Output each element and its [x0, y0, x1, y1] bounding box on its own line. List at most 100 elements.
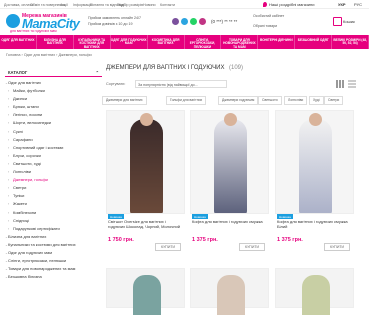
- buy-button[interactable]: КУПИТИ: [155, 243, 181, 251]
- product-title[interactable]: Кофта для вагітних і годуючих смужка Біл…: [275, 219, 354, 235]
- sidebar-item[interactable]: › Джинси: [5, 95, 102, 103]
- nav-item[interactable]: ОДЯГ ДЛЯ ВАГІТНИХ: [0, 35, 37, 49]
- sidebar-item[interactable]: › Лонгсліви: [5, 168, 102, 176]
- chevron-down-icon: ⌄: [5, 250, 9, 255]
- filter-chip[interactable]: Худі: [309, 96, 324, 105]
- sidebar-item-label: Лонгсліви: [13, 169, 32, 175]
- cart-icon[interactable]: [333, 17, 342, 26]
- phone-number[interactable]: (0 ***) ** ** **: [211, 19, 237, 24]
- filter-chip[interactable]: Светри: [324, 96, 344, 105]
- product-image[interactable]: [190, 110, 269, 214]
- nav-item[interactable]: ВОНІТЕРНІ ДІВЧИНИ: [258, 35, 296, 49]
- sidebar-item[interactable]: › Комбінезони: [5, 209, 102, 217]
- topbar-link[interactable]: Подбір розмірів: [117, 3, 143, 7]
- filter-chip[interactable]: Светшоти: [258, 96, 282, 105]
- sidebar-item[interactable]: › Сарафани: [5, 136, 102, 144]
- sidebar-item[interactable]: › Сукні: [5, 128, 102, 136]
- sidebar-item[interactable]: › Шорти, велосипедки: [5, 119, 102, 127]
- sidebar-item-label: Комбінезони: [13, 209, 37, 215]
- chevron-up-icon[interactable]: ⌃: [96, 70, 99, 75]
- sidebar-item-label: Шорти, велосипедки: [13, 120, 51, 126]
- header: Мережа магазинів MamaCity для вагітних т…: [0, 9, 369, 35]
- whatsapp-icon[interactable]: [190, 18, 197, 25]
- sort-select[interactable]: За популярністю (від найвищої до...: [135, 80, 227, 88]
- filter-chip[interactable]: Гольфи для вагітних: [166, 96, 207, 105]
- model-head: [140, 113, 153, 126]
- instagram-icon[interactable]: [199, 18, 206, 25]
- chevron-right-icon: ›: [8, 186, 10, 191]
- filter-chip[interactable]: Лонгсліви: [284, 96, 308, 105]
- product-title[interactable]: Світшот Oversize для вагітних і годуючих…: [106, 219, 185, 235]
- nav-item[interactable]: КУПАЛЬНИКИ ТА КОСТЮМИ ДЛЯ ВАГІТНИХ: [74, 35, 111, 49]
- login-link[interactable]: Особистий кабінет: [253, 14, 284, 18]
- filter-chip[interactable]: Джемпери годуючим: [218, 96, 259, 105]
- grid-view-icon[interactable]: [336, 80, 344, 88]
- sidebar-item[interactable]: ⌄ Слінги, ерготрюкзаки, пелюшки: [5, 257, 102, 265]
- product-image[interactable]: [275, 268, 354, 315]
- topbar-link[interactable]: Контакти: [160, 3, 175, 7]
- product-image[interactable]: [106, 110, 185, 214]
- product-card[interactable]: Новинка Світшот Oversize для вагітних і г…: [106, 110, 185, 251]
- sort-label: Сортувати:: [106, 82, 126, 86]
- chevron-right-icon: ›: [8, 178, 10, 183]
- sidebar-item[interactable]: › Светри: [5, 184, 102, 192]
- chevron-right-icon: ›: [8, 194, 10, 199]
- sidebar-item[interactable]: ⌄ Одяг для годуючих мам: [5, 249, 102, 257]
- product-image[interactable]: [106, 268, 185, 315]
- catalog-header[interactable]: КАТАЛОГ ⌃: [5, 68, 102, 77]
- telegram-icon[interactable]: [181, 18, 188, 25]
- buy-button[interactable]: КУПИТИ: [239, 243, 265, 251]
- sidebar-item[interactable]: › Блузи, сорочки: [5, 152, 102, 160]
- product-card[interactable]: Новинка Кофта для вагітних і годуючих сму…: [190, 110, 269, 251]
- breadcrumb-item[interactable]: Головна: [6, 53, 20, 57]
- sidebar-item[interactable]: ⌄ Одяг для вагітних: [5, 79, 102, 87]
- breadcrumb-item[interactable]: Джемпери, гольфи: [58, 53, 91, 57]
- product-card[interactable]: Новинка Кофта для вагітних і годуючих сму…: [275, 110, 354, 251]
- nav-item[interactable]: БІЛИЗНА ДЛЯ ВАГІТНИХ: [37, 35, 74, 49]
- cart-label[interactable]: Кошик: [343, 19, 355, 24]
- topbar-link[interactable]: Доставка, оплата: [4, 3, 33, 7]
- sidebar-item[interactable]: › Свитшоти, худі: [5, 160, 102, 168]
- nav-item[interactable]: ОДЯГ ДЛЯ ГОДУЮЧИХ МАМ: [111, 35, 148, 49]
- lang-ru[interactable]: РУС: [354, 2, 362, 7]
- breadcrumb-item[interactable]: Одяг для вагітних: [24, 53, 55, 57]
- buy-button[interactable]: КУПИТИ: [324, 243, 350, 251]
- topbar-link[interactable]: Акції: [60, 3, 68, 7]
- nav-item[interactable]: ВЕЛИКІ РОЗМІРИ (48, 50, 52, 54): [332, 35, 369, 49]
- sidebar-item-label: Подарункові сертифікати: [13, 225, 60, 231]
- sort-value: За популярністю (від найвищої до...: [138, 82, 198, 87]
- sidebar-item[interactable]: › Спідниці: [5, 217, 102, 225]
- list-view-icon[interactable]: [348, 80, 356, 88]
- logo-icon[interactable]: [6, 14, 20, 28]
- topbar-link[interactable]: Новини: [143, 3, 156, 7]
- sidebar-item[interactable]: ⌄ Купальники та костюми для вагітних: [5, 241, 102, 249]
- catalog-sidebar: КАТАЛОГ ⌃ ⌄ Одяг для вагітних › Майки, футб…: [5, 68, 102, 308]
- nav-item[interactable]: КОСМЕТИКА ДЛЯ ВАГІТНИХ: [148, 35, 185, 49]
- sidebar-item[interactable]: ⌄ Безшовна білизна: [5, 273, 102, 281]
- model-figure: [133, 275, 161, 315]
- sidebar-item[interactable]: ⌄ Білизна для вагітних: [5, 233, 102, 241]
- sidebar-item-label: Сукні: [13, 128, 23, 134]
- viber-icon[interactable]: [172, 18, 179, 25]
- sidebar-item[interactable]: › Брюки, штани: [5, 103, 102, 111]
- product-title[interactable]: Кофта для вагітних і годуючих смужка: [190, 219, 269, 235]
- sidebar-item[interactable]: › Джемпери, гольфи: [5, 176, 102, 184]
- favorites-link[interactable]: Обрані товари: [253, 24, 277, 28]
- sidebar-item[interactable]: › Подарункові сертифікати: [5, 225, 102, 233]
- lang-ua[interactable]: УКР: [338, 2, 346, 7]
- sidebar-item[interactable]: › Спортивний одяг і костюми: [5, 144, 102, 152]
- filter-chip[interactable]: Джемпери для вагітних: [102, 96, 147, 105]
- nav-item[interactable]: БЕЗШОВНИЙ ОДЯГ: [295, 35, 333, 49]
- sidebar-item[interactable]: › Легінси, лосини: [5, 111, 102, 119]
- sidebar-item[interactable]: ⌄ Товари для новонароджених та мам: [5, 265, 102, 273]
- nav-item[interactable]: СЛІНГИ, ЕРГОРЮКЗАКИ, ПЕЛЮШКИ: [185, 35, 222, 49]
- nav-item[interactable]: ТОВАРИ ДЛЯ НОВОНАРОДЖЕНИХ ТА МАМ: [221, 35, 259, 49]
- chevron-right-icon: ›: [8, 161, 10, 166]
- sidebar-item[interactable]: › Туніки: [5, 192, 102, 200]
- sidebar-item[interactable]: › Майки, футболки: [5, 87, 102, 95]
- product-image[interactable]: [275, 110, 354, 214]
- stores-link[interactable]: Наші роздрібні магазини: [269, 2, 314, 7]
- sidebar-item[interactable]: › Жакети: [5, 200, 102, 208]
- sidebar-item-label: Товари для новонароджених та мам: [8, 266, 76, 272]
- product-image[interactable]: [190, 268, 269, 315]
